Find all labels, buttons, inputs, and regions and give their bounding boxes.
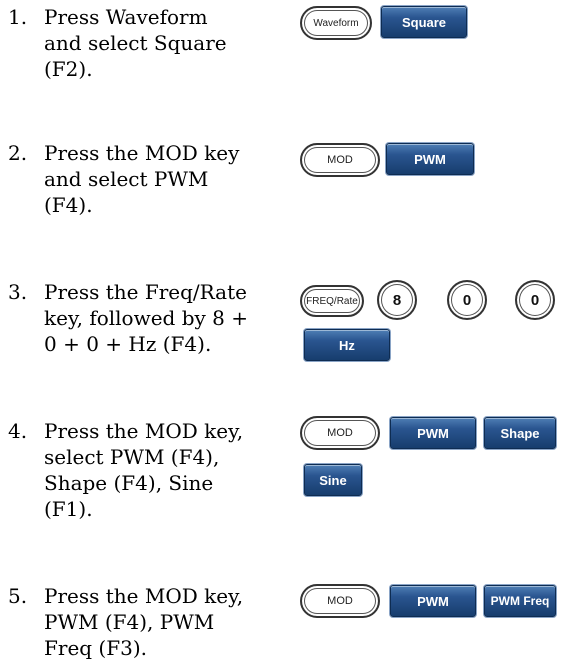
mod-key[interactable]: MOD xyxy=(300,584,380,618)
step-instruction: Press the MOD key, select PWM (F4), Shap… xyxy=(44,418,294,522)
pwm-freq-softkey[interactable]: PWM Freq xyxy=(484,585,556,617)
step-number: 2. xyxy=(8,141,28,165)
step-line: Press the Freq/Rate xyxy=(44,280,247,304)
step-line: Press the MOD key xyxy=(44,141,240,165)
step-instruction: Press the Freq/Rate key, followed by 8 +… xyxy=(44,279,294,357)
step-instruction: Press the MOD key and select PWM (F4). xyxy=(44,140,294,218)
step-number: 5. xyxy=(8,584,28,608)
step-number: 4. xyxy=(8,419,28,443)
step-number: 1. xyxy=(8,5,28,29)
step-line: and select Square xyxy=(44,31,227,55)
digit-0-key[interactable]: 0 xyxy=(515,280,555,320)
shape-softkey[interactable]: Shape xyxy=(484,417,556,449)
mod-key[interactable]: MOD xyxy=(300,416,380,450)
waveform-key[interactable]: Waveform xyxy=(300,6,372,40)
step-line: (F4). xyxy=(44,193,93,217)
digit-0-key[interactable]: 0 xyxy=(447,280,487,320)
freq-rate-key[interactable]: FREQ/Rate xyxy=(300,285,364,317)
step-line: (F2). xyxy=(44,57,93,81)
pwm-softkey[interactable]: PWM xyxy=(390,585,476,617)
digit-8-key[interactable]: 8 xyxy=(377,280,417,320)
square-softkey[interactable]: Square xyxy=(381,6,467,38)
step-line: Freq (F3). xyxy=(44,636,147,660)
step-line: Press Waveform xyxy=(44,5,208,29)
step-line: Press the MOD key, xyxy=(44,584,244,608)
step-line: select PWM (F4), xyxy=(44,445,220,469)
step-line: 0 + 0 + Hz (F4). xyxy=(44,332,212,356)
step-line: Shape (F4), Sine xyxy=(44,471,214,495)
step-line: (F1). xyxy=(44,497,93,521)
step-number: 3. xyxy=(8,280,28,304)
pwm-softkey[interactable]: PWM xyxy=(386,143,474,175)
pwm-softkey[interactable]: PWM xyxy=(390,417,476,449)
sine-softkey[interactable]: Sine xyxy=(304,464,362,496)
step-line: and select PWM xyxy=(44,167,209,191)
step-instruction: Press the MOD key, PWM (F4), PWM Freq (F… xyxy=(44,583,294,661)
step-instruction: Press Waveform and select Square (F2). xyxy=(44,4,294,82)
step-line: Press the MOD key, xyxy=(44,419,244,443)
step-line: PWM (F4), PWM xyxy=(44,610,215,634)
step-line: key, followed by 8 + xyxy=(44,306,249,330)
hz-softkey[interactable]: Hz xyxy=(304,329,390,361)
mod-key[interactable]: MOD xyxy=(300,143,380,177)
